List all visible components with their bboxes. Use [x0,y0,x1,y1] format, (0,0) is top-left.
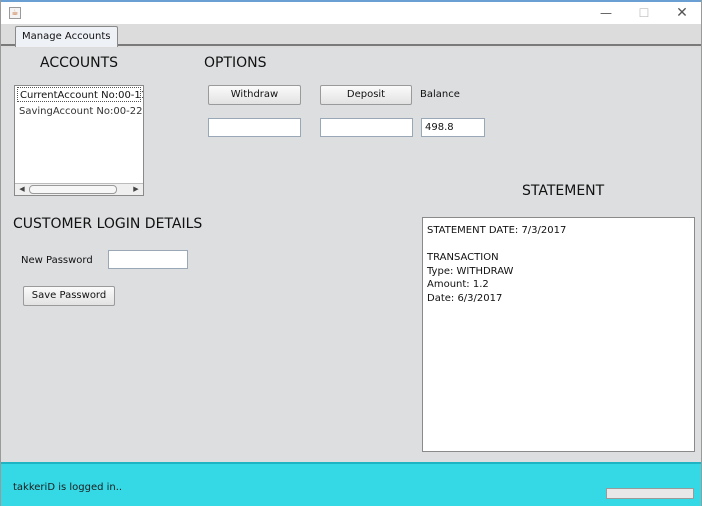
progress-bar [606,488,694,499]
withdraw-amount-field[interactable] [208,118,301,137]
java-coffee-icon: ☕ [9,7,21,19]
deposit-button[interactable]: Deposit [320,85,412,105]
statement-line: Date: 6/3/2017 [427,292,503,304]
statement-line: TRANSACTION [427,252,499,263]
statement-heading: STATEMENT [522,183,605,199]
accounts-list[interactable]: CurrentAccount No:00-11- SavingAccount N… [14,85,144,196]
maximize-button[interactable]: ☐ [629,4,659,22]
application-window: ☕ — ☐ ✕ Manage Accounts ACCOUNTS OPTIONS… [0,0,702,506]
account-list-item[interactable]: CurrentAccount No:00-11- [17,87,143,102]
statement-line: Type: WITHDRAW [427,265,514,277]
options-heading: OPTIONS [204,55,267,71]
status-text: takkeriD is logged in.. [13,482,123,493]
balance-field[interactable]: 498.8 [421,118,485,137]
close-button[interactable]: ✕ [667,4,697,22]
tab-manage-accounts[interactable]: Manage Accounts [15,26,118,47]
withdraw-button[interactable]: Withdraw [208,85,301,105]
tab-strip: Manage Accounts [1,24,701,47]
statement-line: STATEMENT DATE: 7/3/2017 [427,225,567,236]
minimize-button[interactable]: — [591,4,621,22]
deposit-amount-field[interactable] [320,118,413,137]
title-bar[interactable]: ☕ — ☐ ✕ [1,0,701,24]
balance-label: Balance [420,89,460,100]
save-password-button[interactable]: Save Password [23,286,115,306]
status-bar: takkeriD is logged in.. [1,462,701,506]
account-list-item[interactable]: SavingAccount No:00-22-2 [17,104,143,119]
statement-line: Amount: 1.2 [427,279,489,290]
customer-login-heading: CUSTOMER LOGIN DETAILS [13,216,203,232]
new-password-field[interactable] [108,250,188,269]
scroll-right-icon[interactable]: ▶ [131,184,141,195]
manage-accounts-panel: ACCOUNTS OPTIONS CurrentAccount No:00-11… [1,48,701,462]
accounts-heading: ACCOUNTS [40,55,119,71]
scroll-left-icon[interactable]: ◀ [17,184,27,195]
scrollbar-thumb[interactable] [29,185,117,194]
statement-line [427,238,690,252]
horizontal-scrollbar[interactable]: ◀ ▶ [15,183,143,195]
new-password-label: New Password [21,255,93,266]
statement-text-area[interactable]: STATEMENT DATE: 7/3/2017 TRANSACTION Typ… [422,217,695,452]
